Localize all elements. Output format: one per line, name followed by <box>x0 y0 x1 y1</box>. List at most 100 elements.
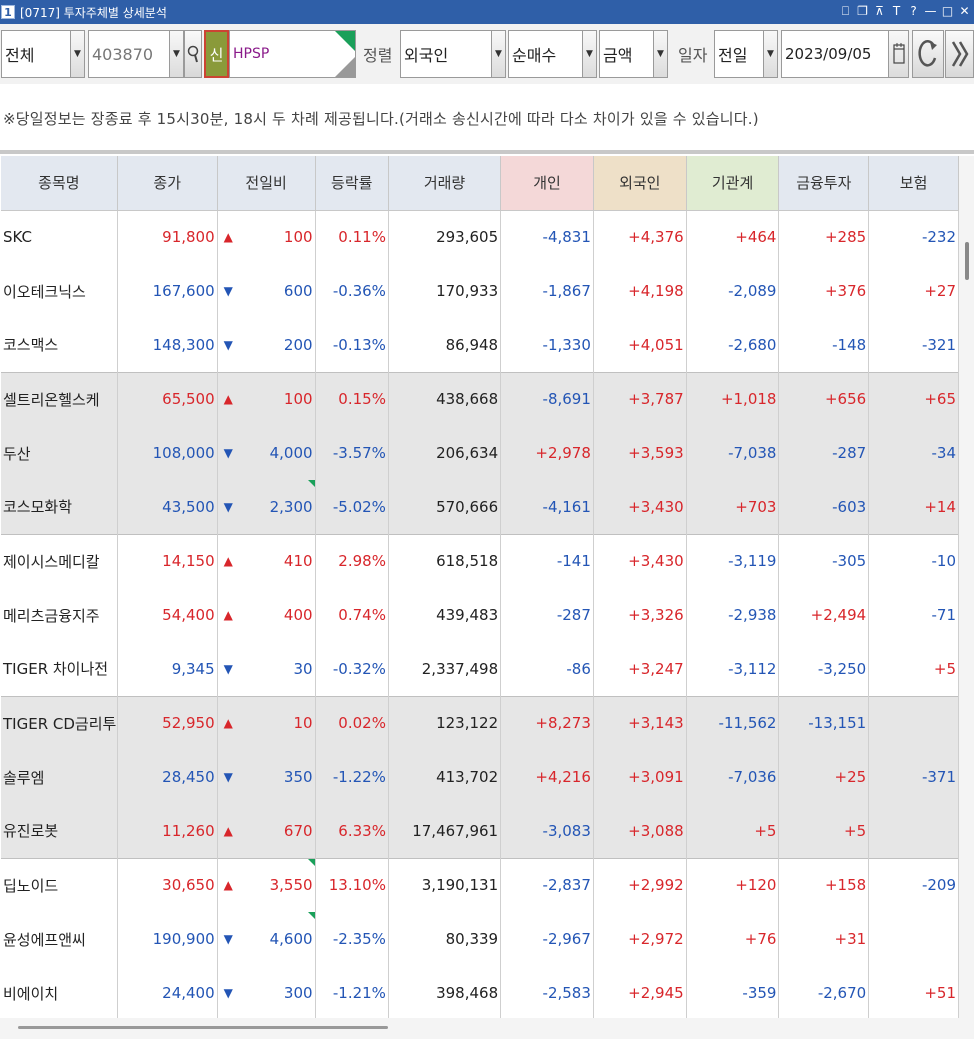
date-label: 일자 <box>678 46 708 65</box>
change-cell: ▼ 4,000 <box>217 426 316 480</box>
stock-name-cell[interactable]: 코스모화학 <box>1 480 118 534</box>
horizontal-scroll-thumb[interactable] <box>18 1026 388 1029</box>
table-row[interactable]: 유진로봇 11,260 ▲ 670 6.33% 17,467,961 -3,083 +3,08… <box>1 804 959 858</box>
table-row[interactable]: 두산 108,000 ▼ 4,000 -3.57% 206,634 +2,978 +3,593… <box>1 426 959 480</box>
vertical-scrollbar[interactable] <box>959 156 974 1018</box>
stock-name-cell[interactable]: 이오테크닉스 <box>1 264 118 318</box>
help-icon[interactable]: ? <box>906 2 921 20</box>
calendar-icon[interactable] <box>888 31 908 77</box>
table-body: SKC 91,800 ▲ 100 0.11% 293,605 -4,831 +4,376 +46… <box>1 210 959 1020</box>
col-header-volume[interactable]: 거래량 <box>388 156 502 211</box>
table-row[interactable]: 딥노이드 30,650 ▲ 3,550 13.10% 3,190,131 -2,837 +2,… <box>1 857 959 912</box>
col-header-name[interactable]: 종목명 <box>1 156 118 211</box>
triangle-down-icon: ▼ <box>223 770 233 784</box>
mode-select[interactable]: 순매수 ▼ <box>508 30 597 78</box>
foreign-cell: +3,091 <box>593 750 687 804</box>
horizontal-scrollbar[interactable] <box>0 1018 974 1039</box>
foreign-cell: +4,198 <box>593 264 687 318</box>
volume-cell: 293,605 <box>388 210 502 264</box>
table-row[interactable]: TIGER 차이나전 9,345 ▼ 30 -0.32% 2,337,498 -86 +3,2… <box>1 642 959 696</box>
market-select[interactable]: 전체 ▼ <box>1 30 85 78</box>
col-header-individual[interactable]: 개인 <box>500 156 594 211</box>
stock-name-cell[interactable]: 윤성에프앤씨 <box>1 912 118 966</box>
stock-name-cell[interactable]: 비에이치 <box>1 966 118 1020</box>
triangle-down-icon: ▼ <box>223 932 233 946</box>
change-value: 600 <box>283 282 313 300</box>
refresh-button[interactable] <box>912 30 944 78</box>
volume-cell: 398,468 <box>388 966 502 1020</box>
table-row[interactable]: 셀트리온헬스케 65,500 ▲ 100 0.15% 438,668 -8,691 +3,78… <box>1 371 959 426</box>
new-badge[interactable]: 신 <box>204 30 229 78</box>
stock-name-cell[interactable]: 제이시스메디칼 <box>1 533 118 588</box>
table-row[interactable]: 이오테크닉스 167,600 ▼ 600 -0.36% 170,933 -1,867 +4,1… <box>1 264 959 318</box>
col-header-change[interactable]: 전일비 <box>217 156 316 211</box>
insurance-cell <box>868 804 959 858</box>
rate-cell: 0.74% <box>315 588 389 642</box>
period-select[interactable]: 전일 ▼ <box>714 30 778 78</box>
copy-window-icon[interactable]: ❐ <box>855 2 870 20</box>
investor-detail-table: 종목명 종가 전일비 등락률 거래량 개인 외국인 기관계 금융투자 보험 SK… <box>1 156 959 1020</box>
col-header-institution[interactable]: 기관계 <box>686 156 780 211</box>
investor-select[interactable]: 외국인 ▼ <box>400 30 506 78</box>
link-icon[interactable]: ⎕ <box>838 2 853 20</box>
stock-name-cell[interactable]: TIGER 차이나전 <box>1 642 118 696</box>
stock-name-cell[interactable]: SKC <box>1 210 118 264</box>
change-cell: ▼ 300 <box>217 966 316 1020</box>
font-icon[interactable]: T <box>889 2 904 20</box>
triangle-up-icon: ▲ <box>223 608 233 622</box>
stock-name-cell[interactable]: 딥노이드 <box>1 857 118 912</box>
col-header-price[interactable]: 종가 <box>117 156 218 211</box>
stock-name-cell[interactable]: TIGER CD금리투 <box>1 695 118 750</box>
change-value: 410 <box>283 552 313 571</box>
table-row[interactable]: 솔루엠 28,450 ▼ 350 -1.22% 413,702 +4,216 +3,091 -7… <box>1 750 959 804</box>
change-value: 350 <box>283 768 313 786</box>
volume-cell: 206,634 <box>388 426 502 480</box>
financial-investment-cell: -603 <box>778 480 870 534</box>
table-row[interactable]: 코스모화학 43,500 ▼ 2,300 -5.02% 570,666 -4,161 +3,4… <box>1 480 959 534</box>
chevron-down-icon[interactable]: ▼ <box>653 31 667 77</box>
table-row[interactable]: 비에이치 24,400 ▼ 300 -1.21% 398,468 -2,583 +2,945-… <box>1 966 959 1020</box>
col-header-financial-investment[interactable]: 금융투자 <box>778 156 870 211</box>
stock-name-cell[interactable]: 유진로봇 <box>1 804 118 858</box>
table-row[interactable]: 코스맥스 148,300 ▼ 200 -0.13% 86,948 -1,330 +4,051-… <box>1 318 959 372</box>
stock-name-cell[interactable]: 코스맥스 <box>1 318 118 372</box>
chevron-down-icon[interactable]: ▼ <box>70 31 84 77</box>
financial-investment-cell: +25 <box>778 750 870 804</box>
change-value: 400 <box>283 606 313 624</box>
col-header-foreign[interactable]: 외국인 <box>593 156 687 211</box>
col-header-rate[interactable]: 등락률 <box>315 156 389 211</box>
table-row[interactable]: 제이시스메디칼 14,150 ▲ 410 2.98% 618,518 -141 +3,430-… <box>1 533 959 588</box>
table-row[interactable]: 윤성에프앤씨 190,900 ▼ 4,600 -2.35% 80,339 -2,967 +2,… <box>1 912 959 966</box>
vertical-scroll-thumb[interactable] <box>965 242 969 280</box>
divider <box>0 150 974 154</box>
volume-cell: 618,518 <box>388 533 502 588</box>
foreign-cell: +3,088 <box>593 804 687 858</box>
rate-cell: -1.21% <box>315 966 389 1020</box>
pin-icon[interactable]: ⊼ <box>872 2 887 20</box>
maximize-icon[interactable]: □ <box>940 2 955 20</box>
chevron-down-icon[interactable]: ▼ <box>491 31 505 77</box>
stock-code-input[interactable]: 403870 ▼ <box>88 30 184 78</box>
chevron-down-icon[interactable]: ▼ <box>582 31 596 77</box>
stock-name-cell[interactable]: 셀트리온헬스케 <box>1 371 118 426</box>
unit-select[interactable]: 금액 ▼ <box>599 30 668 78</box>
minimize-icon[interactable]: — <box>923 2 938 20</box>
table-row[interactable]: TIGER CD금리투 52,950 ▲ 10 0.02% 123,122 +8,273 +3… <box>1 695 959 750</box>
date-input[interactable]: 2023/09/05 <box>781 30 909 78</box>
col-header-insurance[interactable]: 보험 <box>868 156 959 211</box>
table-row[interactable]: SKC 91,800 ▲ 100 0.11% 293,605 -4,831 +4,376 +46… <box>1 210 959 264</box>
institution-cell: -2,938 <box>686 588 780 642</box>
close-price-cell: 14,150 <box>117 533 218 588</box>
chevron-down-icon[interactable]: ▼ <box>763 31 777 77</box>
stock-name-cell[interactable]: 솔루엠 <box>1 750 118 804</box>
insurance-cell: +65 <box>868 371 959 426</box>
stock-name-cell[interactable]: 메리츠금융지주 <box>1 588 118 642</box>
search-button[interactable] <box>184 30 202 78</box>
table-row[interactable]: 메리츠금융지주 54,400 ▲ 400 0.74% 439,483 -287 +3,326-… <box>1 588 959 642</box>
close-price-cell: 148,300 <box>117 318 218 372</box>
chevron-down-icon[interactable]: ▼ <box>169 31 183 77</box>
stock-name-cell[interactable]: 두산 <box>1 426 118 480</box>
next-button[interactable] <box>945 30 974 78</box>
institution-cell: +76 <box>686 912 780 966</box>
close-icon[interactable]: ✕ <box>957 2 972 20</box>
